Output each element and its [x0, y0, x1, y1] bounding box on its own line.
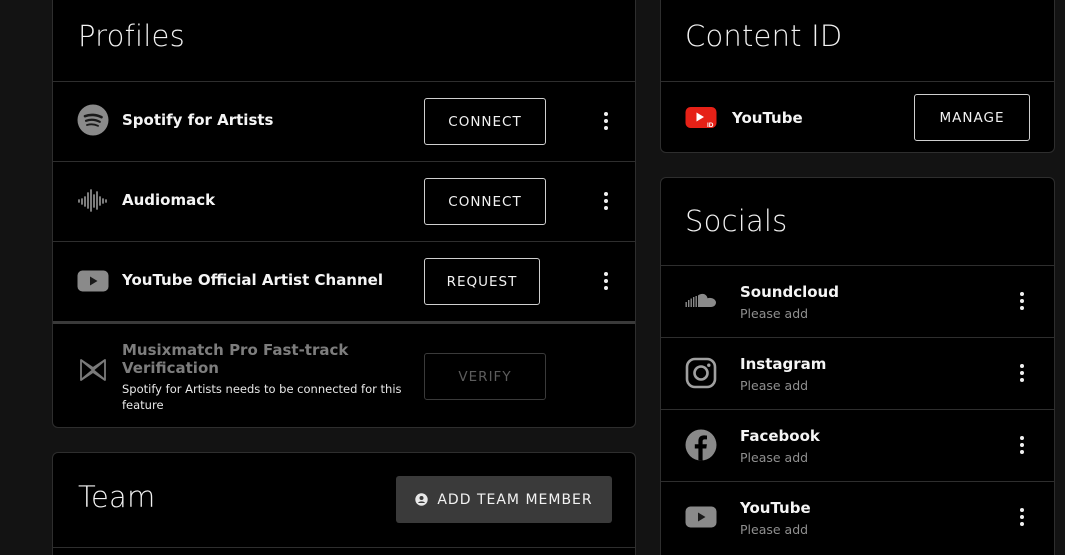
divider [661, 81, 1054, 82]
audiomack-icon [77, 186, 109, 214]
social-row-youtube: YouTube Please add [661, 482, 1054, 553]
youtube-icon [77, 269, 109, 293]
content-id-card: Content ID ID YouTube MANAGE [660, 0, 1055, 153]
social-status: Please add [740, 450, 809, 465]
content-id-title: Content ID [685, 19, 843, 53]
instagram-icon [685, 357, 717, 389]
profile-row-spotify: Spotify for Artists CONNECT [53, 82, 635, 161]
more-options-icon[interactable] [599, 270, 613, 292]
more-options-icon[interactable] [1015, 434, 1029, 456]
profile-row-audiomack: Audiomack CONNECT [53, 162, 635, 241]
more-options-icon[interactable] [599, 190, 613, 212]
more-options-icon[interactable] [1015, 506, 1029, 528]
profile-name: Musixmatch Pro Fast-track Verification [122, 341, 349, 377]
team-title: Team [78, 480, 156, 514]
social-row-instagram: Instagram Please add [661, 338, 1054, 409]
add-user-icon [415, 493, 429, 506]
profile-row-musixmatch: Musixmatch Pro Fast-track Verification S… [53, 324, 635, 427]
social-status: Please add [740, 378, 809, 393]
musixmatch-icon [77, 354, 109, 386]
soundcloud-icon [685, 290, 717, 310]
svg-text:ID: ID [707, 122, 714, 129]
more-options-icon[interactable] [1015, 290, 1029, 312]
profile-name: Spotify for Artists [122, 111, 274, 129]
team-card: Team ADD TEAM MEMBER [52, 452, 636, 555]
divider [53, 547, 635, 548]
add-team-member-label: ADD TEAM MEMBER [437, 491, 593, 508]
manage-button[interactable]: MANAGE [914, 94, 1030, 141]
add-team-member-button[interactable]: ADD TEAM MEMBER [396, 476, 612, 523]
profiles-card: Profiles Spotify for Artists CONNECT Aud… [52, 0, 636, 428]
social-row-facebook: Facebook Please add [661, 410, 1054, 481]
youtube-icon [685, 505, 717, 529]
social-name: Soundcloud [740, 283, 839, 301]
spotify-icon [77, 104, 109, 136]
more-options-icon[interactable] [1015, 362, 1029, 384]
facebook-icon [685, 429, 717, 461]
profile-name: YouTube Official Artist Channel [122, 271, 383, 289]
social-status: Please add [740, 522, 809, 537]
connect-button[interactable]: CONNECT [424, 178, 546, 225]
social-name: Instagram [740, 355, 827, 373]
social-name: YouTube [740, 499, 811, 517]
youtube-content-id-icon: ID [685, 106, 717, 130]
profile-note: Spotify for Artists needs to be connecte… [122, 382, 402, 412]
profile-name: Audiomack [122, 191, 216, 209]
connect-button[interactable]: CONNECT [424, 98, 546, 145]
social-row-soundcloud: Soundcloud Please add [661, 266, 1054, 337]
social-status: Please add [740, 306, 809, 321]
profile-row-youtube-oac: YouTube Official Artist Channel REQUEST [53, 242, 635, 321]
verify-button[interactable]: VERIFY [424, 353, 546, 400]
socials-card: Socials Soundcloud Please add Instagram … [660, 177, 1055, 555]
socials-title: Socials [685, 204, 788, 238]
content-id-name: YouTube [732, 109, 803, 127]
request-button[interactable]: REQUEST [424, 258, 540, 305]
social-name: Facebook [740, 427, 820, 445]
more-options-icon[interactable] [599, 110, 613, 132]
profiles-title: Profiles [78, 19, 185, 53]
